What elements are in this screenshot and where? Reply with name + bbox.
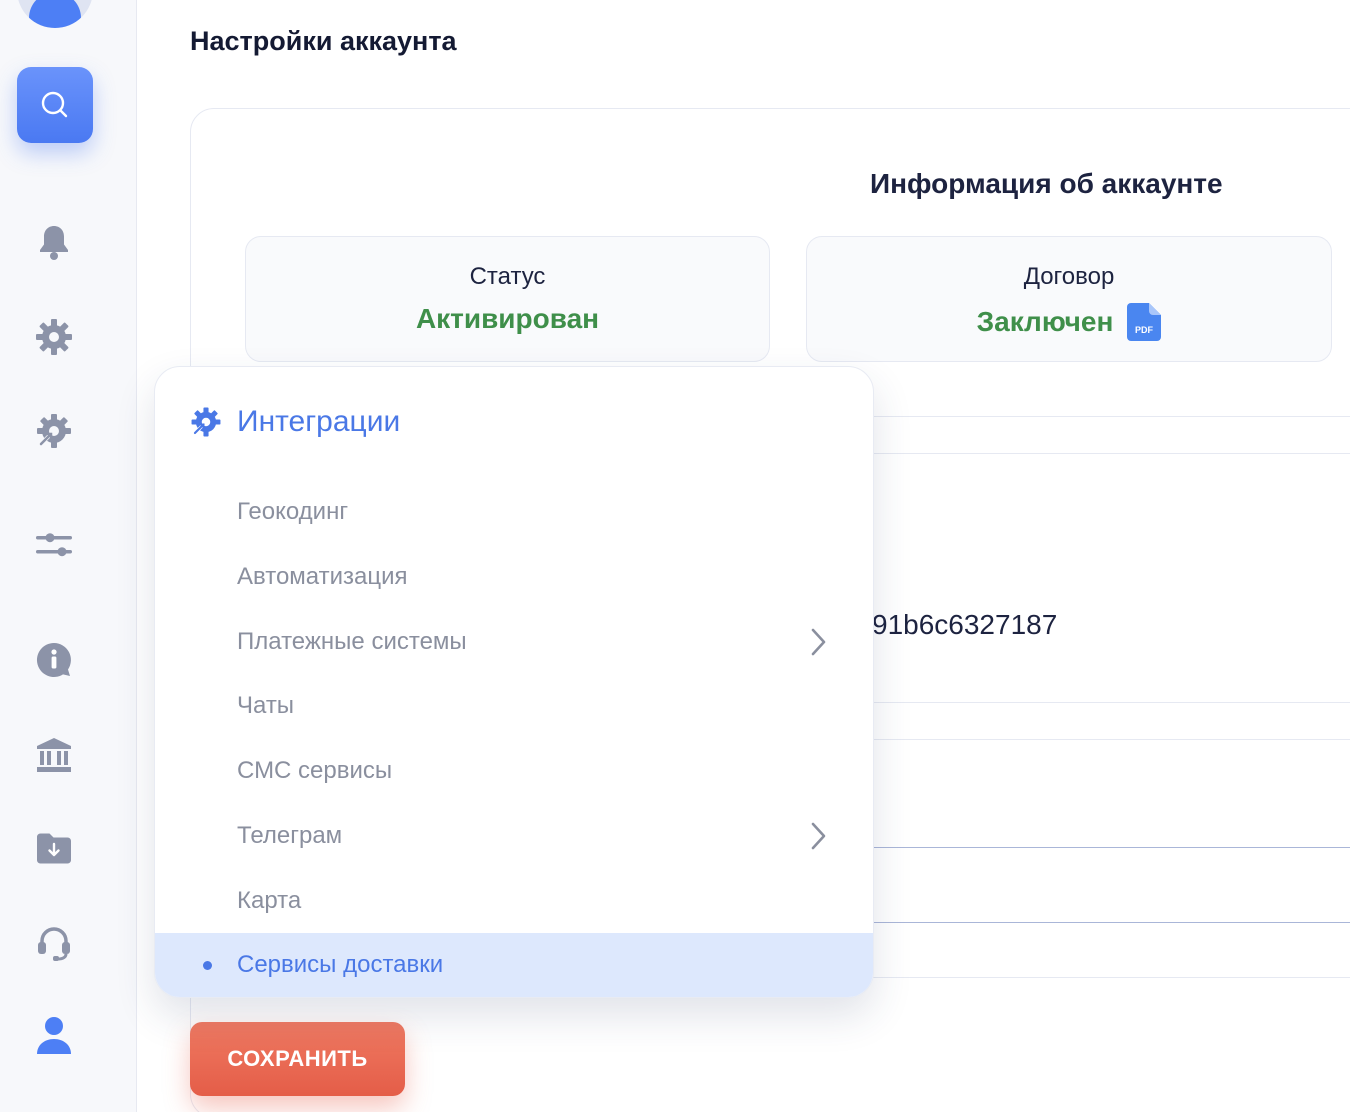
- documents-button[interactable]: [30, 825, 78, 873]
- api-key-value: 91b6c6327187: [872, 609, 1058, 640]
- menu-item-label: Платежные системы: [237, 628, 467, 655]
- search-button[interactable]: [17, 67, 93, 143]
- pdf-badge: PDF: [1135, 325, 1154, 335]
- status-value: Активирован: [246, 303, 769, 335]
- contract-box: Договор Заключен PDF: [806, 236, 1332, 362]
- menu-item-geocoding[interactable]: Геокодинг: [155, 480, 873, 544]
- dropdown-title: Интеграции: [237, 405, 401, 438]
- user-icon: [37, 1017, 71, 1054]
- folder-download-icon: [37, 833, 71, 864]
- chevron-right-icon: [811, 628, 826, 656]
- menu-item-label: Карта: [237, 887, 302, 914]
- filters-button[interactable]: [30, 521, 78, 569]
- integrations-icon: [37, 414, 71, 448]
- input-underline: [870, 922, 1350, 923]
- divider: [870, 739, 1350, 740]
- menu-item-sms-services[interactable]: СМС сервисы: [155, 739, 873, 803]
- menu-item-automation[interactable]: Автоматизация: [155, 545, 873, 609]
- info-button[interactable]: [30, 636, 78, 684]
- contract-value-text: Заключен: [976, 306, 1114, 337]
- profile-button[interactable]: [30, 1011, 78, 1059]
- divider: [870, 702, 1350, 703]
- menu-item-delivery-services[interactable]: Сервисы доставки: [155, 933, 873, 997]
- dropdown-header: Интеграции: [189, 405, 400, 439]
- bank-button[interactable]: [30, 731, 78, 779]
- page-title: Настройки аккаунта: [190, 26, 457, 56]
- input-underline: [870, 847, 1350, 848]
- pdf-file-icon[interactable]: PDF: [1127, 303, 1162, 341]
- chevron-right-icon: [811, 822, 826, 850]
- integrations-gear-icon: [191, 407, 221, 437]
- menu-item-label: Чаты: [237, 692, 295, 719]
- support-button[interactable]: [30, 918, 78, 966]
- menu-item-payment-systems[interactable]: Платежные системы: [155, 610, 873, 674]
- integrations-dropdown: Интеграции Геокодинг Автоматизация Плате…: [154, 366, 874, 998]
- menu-item-label: Геокодинг: [237, 498, 349, 525]
- contract-value: Заключен PDF: [807, 303, 1331, 341]
- notifications-button[interactable]: [30, 218, 78, 266]
- search-icon: [41, 91, 68, 118]
- headset-icon: [38, 927, 70, 961]
- menu-item-label: Автоматизация: [237, 563, 408, 590]
- user-avatar[interactable]: [17, 0, 93, 28]
- divider: [870, 977, 1350, 978]
- save-button[interactable]: СОХРАНИТЬ: [190, 1022, 405, 1096]
- active-indicator-dot: [203, 960, 212, 970]
- contract-label: Договор: [1023, 263, 1115, 290]
- bell-icon: [40, 226, 68, 260]
- menu-item-label: СМС сервисы: [237, 757, 393, 784]
- menu-item-chats[interactable]: Чаты: [155, 674, 873, 738]
- menu-item-telegram[interactable]: Телеграм: [155, 804, 873, 868]
- bank-icon: [37, 738, 71, 772]
- gear-icon: [36, 319, 72, 355]
- settings-button[interactable]: [30, 313, 78, 361]
- integrations-button[interactable]: [30, 407, 78, 455]
- account-info-title: Информация об аккаунте: [870, 168, 1223, 199]
- menu-item-label: Телеграм: [237, 822, 343, 849]
- status-value-text: Активирован: [415, 303, 600, 334]
- status-label: Статус: [469, 263, 546, 290]
- divider: [870, 416, 1350, 417]
- sidebar: [0, 0, 137, 1112]
- sliders-icon: [36, 533, 72, 557]
- divider: [870, 453, 1350, 454]
- status-box: Статус Активирован: [245, 236, 770, 362]
- menu-item-map[interactable]: Карта: [155, 869, 873, 933]
- menu-item-label: Сервисы доставки: [237, 951, 444, 978]
- info-icon: [36, 642, 71, 677]
